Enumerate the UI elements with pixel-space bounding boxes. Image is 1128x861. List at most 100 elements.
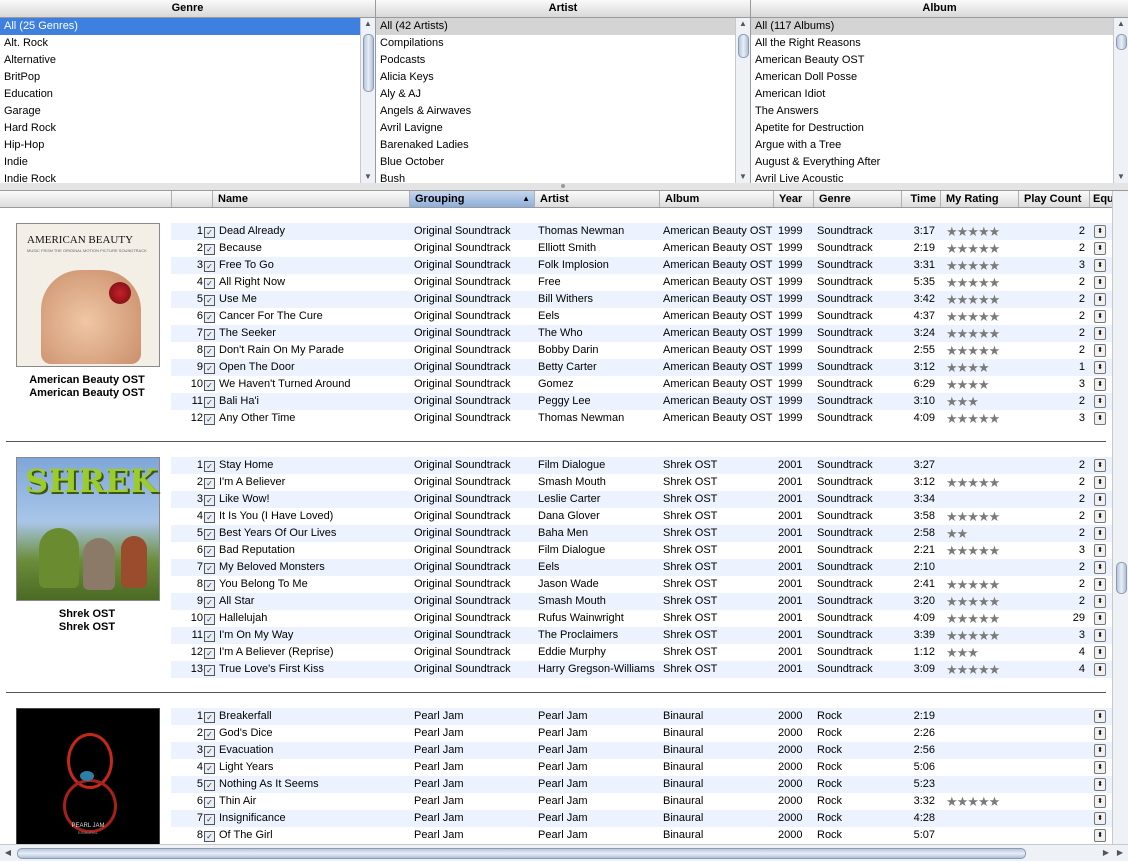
equalizer-preset-icon[interactable]: ⬍ <box>1094 811 1106 825</box>
equalizer-preset-icon[interactable]: ⬍ <box>1094 343 1106 357</box>
genre-list-item[interactable]: Indie <box>0 154 361 171</box>
checkbox-checked-icon[interactable]: ✓ <box>204 631 215 642</box>
checkbox-checked-icon[interactable]: ✓ <box>204 729 215 740</box>
artist-list-item[interactable]: Blue October <box>376 154 736 171</box>
genre-list-item[interactable]: BritPop <box>0 69 361 86</box>
table-row[interactable]: 4 ✓ All Right Now Original Soundtrack Free Am… <box>171 274 1112 291</box>
checkbox-checked-icon[interactable]: ✓ <box>204 261 215 272</box>
equalizer-preset-icon[interactable]: ⬍ <box>1094 326 1106 340</box>
genre-scroll-thumb[interactable] <box>363 34 374 92</box>
scroll-down-icon[interactable]: ▼ <box>361 171 375 183</box>
checkbox-checked-icon[interactable]: ✓ <box>204 363 215 374</box>
album-header[interactable]: Album <box>751 0 1128 18</box>
equalizer-cell[interactable]: ⬍ <box>1094 827 1110 844</box>
track-rating[interactable]: ★★★★★ <box>946 257 1020 274</box>
genre-list-item[interactable]: Hip-Hop <box>0 137 361 154</box>
checkbox-checked-icon[interactable]: ✓ <box>204 397 215 408</box>
equalizer-cell[interactable]: ⬍ <box>1094 661 1110 678</box>
table-row[interactable]: 5 ✓ Use Me Original Soundtrack Bill Withers A… <box>171 291 1112 308</box>
checkbox-checked-icon[interactable]: ✓ <box>204 529 215 540</box>
artist-list-item[interactable]: Bush <box>376 171 736 183</box>
equalizer-cell[interactable]: ⬍ <box>1094 474 1110 491</box>
artist-list-item[interactable]: Avril Lavigne <box>376 120 736 137</box>
track-list-scroll-thumb[interactable] <box>1116 562 1127 594</box>
checkbox-checked-icon[interactable]: ✓ <box>204 831 215 842</box>
checkbox-checked-icon[interactable]: ✓ <box>204 665 215 676</box>
checkbox-checked-icon[interactable]: ✓ <box>204 244 215 255</box>
track-rating[interactable]: ★★★★★ <box>946 410 1020 427</box>
equalizer-cell[interactable]: ⬍ <box>1094 308 1110 325</box>
table-row[interactable]: 6 ✓ Bad Reputation Original Soundtrack Film … <box>171 542 1112 559</box>
genre-list-item[interactable]: Hard Rock <box>0 120 361 137</box>
column-play-count[interactable]: Play Count <box>1018 191 1089 207</box>
album-list-item[interactable]: The Answers <box>751 103 1114 120</box>
checkbox-checked-icon[interactable]: ✓ <box>204 312 215 323</box>
scroll-down-icon[interactable]: ▼ <box>1114 171 1128 183</box>
equalizer-cell[interactable]: ⬍ <box>1094 257 1110 274</box>
equalizer-cell[interactable]: ⬍ <box>1094 508 1110 525</box>
table-row[interactable]: 12 ✓ Any Other Time Original Soundtrack Thom… <box>171 410 1112 427</box>
equalizer-cell[interactable]: ⬍ <box>1094 525 1110 542</box>
artist-scrollbar[interactable]: ▲ ▼ <box>735 18 750 183</box>
table-row[interactable]: 5 ✓ Nothing As It Seems Pearl Jam Pearl Jam B… <box>171 776 1112 793</box>
checkbox-checked-icon[interactable]: ✓ <box>204 295 215 306</box>
column-genre[interactable]: Genre <box>813 191 901 207</box>
column-artwork[interactable] <box>0 191 171 207</box>
track-rating[interactable]: ★★★★★ <box>946 793 1020 810</box>
artist-scroll-thumb[interactable] <box>738 34 749 58</box>
album-scrollbar[interactable]: ▲ ▼ <box>1113 18 1128 183</box>
artist-list-item[interactable]: Barenaked Ladies <box>376 137 736 154</box>
track-rating[interactable]: ★★★★ <box>946 376 1020 393</box>
equalizer-preset-icon[interactable]: ⬍ <box>1094 224 1106 238</box>
track-rating[interactable]: ★★★★ <box>946 359 1020 376</box>
track-rating[interactable]: ★★★★★ <box>946 576 1020 593</box>
equalizer-preset-icon[interactable]: ⬍ <box>1094 509 1106 523</box>
checkbox-checked-icon[interactable]: ✓ <box>204 512 215 523</box>
equalizer-cell[interactable]: ⬍ <box>1094 325 1110 342</box>
track-rating[interactable]: ★★★ <box>946 393 1020 410</box>
table-row[interactable]: 13 ✓ True Love's First Kiss Original Soundt… <box>171 661 1112 678</box>
artist-list-item[interactable]: Podcasts <box>376 52 736 69</box>
album-scroll-thumb[interactable] <box>1116 34 1127 50</box>
table-row[interactable]: 10 ✓ Hallelujah Original Soundtrack Rufus Wa… <box>171 610 1112 627</box>
table-row[interactable]: 4 ✓ Light Years Pearl Jam Pearl Jam Binaural 2… <box>171 759 1112 776</box>
artist-list-item[interactable]: Angels & Airwaves <box>376 103 736 120</box>
equalizer-cell[interactable]: ⬍ <box>1094 742 1110 759</box>
table-row[interactable]: 3 ✓ Like Wow! Original Soundtrack Leslie Car… <box>171 491 1112 508</box>
album-artwork[interactable]: AMERICAN BEAUTY MUSIC FROM THE ORIGINAL … <box>16 223 160 367</box>
track-rating[interactable]: ★★★★★ <box>946 508 1020 525</box>
checkbox-checked-icon[interactable]: ✓ <box>204 814 215 825</box>
equalizer-cell[interactable]: ⬍ <box>1094 491 1110 508</box>
checkbox-checked-icon[interactable]: ✓ <box>204 580 215 591</box>
album-list-item[interactable]: All (117 Albums) <box>751 18 1114 35</box>
table-row[interactable]: 4 ✓ It Is You (I Have Loved) Original Sound… <box>171 508 1112 525</box>
checkbox-checked-icon[interactable]: ✓ <box>204 461 215 472</box>
equalizer-preset-icon[interactable]: ⬍ <box>1094 360 1106 374</box>
genre-list-item[interactable]: Alternative <box>0 52 361 69</box>
checkbox-checked-icon[interactable]: ✓ <box>204 648 215 659</box>
track-rating[interactable]: ★★★★★ <box>946 342 1020 359</box>
album-list-item[interactable]: American Doll Posse <box>751 69 1114 86</box>
equalizer-preset-icon[interactable]: ⬍ <box>1094 645 1106 659</box>
track-rating[interactable]: ★★★★★ <box>946 593 1020 610</box>
equalizer-preset-icon[interactable]: ⬍ <box>1094 760 1106 774</box>
genre-list-item[interactable]: Education <box>0 86 361 103</box>
equalizer-cell[interactable]: ⬍ <box>1094 810 1110 827</box>
scroll-right-icon[interactable]: ▶ <box>1114 847 1126 859</box>
album-list-item[interactable]: American Idiot <box>751 86 1114 103</box>
checkbox-checked-icon[interactable]: ✓ <box>204 597 215 608</box>
track-rating[interactable]: ★★★★★ <box>946 610 1020 627</box>
splitter-grip-icon[interactable] <box>561 184 565 188</box>
equalizer-preset-icon[interactable]: ⬍ <box>1094 411 1106 425</box>
track-rating[interactable]: ★★ <box>946 525 1020 542</box>
equalizer-cell[interactable]: ⬍ <box>1094 708 1110 725</box>
table-row[interactable]: 7 ✓ The Seeker Original Soundtrack The Who Am… <box>171 325 1112 342</box>
equalizer-preset-icon[interactable]: ⬍ <box>1094 794 1106 808</box>
table-row[interactable]: 7 ✓ Insignificance Pearl Jam Pearl Jam Binaur… <box>171 810 1112 827</box>
equalizer-cell[interactable]: ⬍ <box>1094 410 1110 427</box>
scroll-up-icon[interactable]: ▲ <box>1114 18 1128 30</box>
horizontal-scroll-thumb[interactable] <box>17 848 1026 859</box>
checkbox-checked-icon[interactable]: ✓ <box>204 380 215 391</box>
table-row[interactable]: 2 ✓ I'm A Believer Original Soundtrack Smash… <box>171 474 1112 491</box>
table-row[interactable]: 10 ✓ We Haven't Turned Around Original Soun… <box>171 376 1112 393</box>
